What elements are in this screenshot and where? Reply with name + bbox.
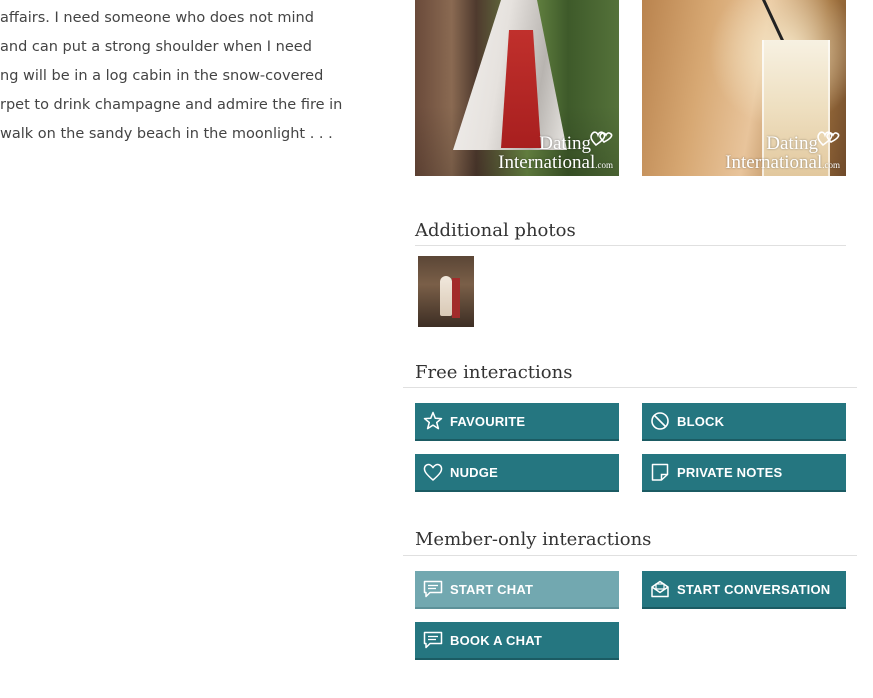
thumb-figure [440,276,452,316]
start-conversation-button[interactable]: START CONVERSATION [642,571,846,607]
profile-photo[interactable]: Dating International.com [642,0,846,176]
envelope-icon [649,578,671,600]
section-title-member-interactions: Member-only interactions [415,529,652,550]
watermark-line2: International.com [498,152,613,173]
watermark-line2: International.com [725,152,840,173]
divider [403,555,857,556]
divider [403,387,857,388]
book-a-chat-button-label: BOOK A CHAT [450,632,542,648]
note-icon [649,461,671,483]
nudge-button[interactable]: NUDGE [415,454,619,490]
private-notes-button[interactable]: PRIVATE NOTES [642,454,846,490]
profile-photo[interactable]: Dating International.com [415,0,619,176]
chat-bubble-icon [422,578,444,600]
section-title-additional-photos: Additional photos [415,220,576,241]
bio-line: rpet to drink champagne and admire the f… [0,97,343,113]
hearts-logo-icon [817,131,840,147]
thumb-red [452,278,460,318]
start-chat-button[interactable]: START CHAT [415,571,619,607]
block-button[interactable]: BLOCK [642,403,846,439]
heart-icon [422,461,444,483]
start-conversation-button-label: START CONVERSATION [677,581,831,597]
watermark-logo: Dating International.com [498,131,613,173]
bio-line: and can put a strong shoulder when I nee… [0,39,312,55]
additional-photo-thumbnail[interactable] [418,256,474,327]
favourite-button-label: FAVOURITE [450,413,526,429]
bio-line: affairs. I need someone who does not min… [0,10,314,26]
watermark-logo: Dating International.com [725,131,840,173]
bio-line: ng will be in a log cabin in the snow-co… [0,68,324,84]
block-icon [649,410,671,432]
section-title-free-interactions: Free interactions [415,362,573,383]
favourite-button[interactable]: FAVOURITE [415,403,619,439]
chat-bubble-icon [422,629,444,651]
bio-line: walk on the sandy beach in the moonlight… [0,126,333,142]
start-chat-button-label: START CHAT [450,581,534,597]
private-notes-button-label: PRIVATE NOTES [677,464,783,480]
block-button-label: BLOCK [677,413,725,429]
book-a-chat-button[interactable]: BOOK A CHAT [415,622,619,658]
nudge-button-label: NUDGE [450,464,498,480]
divider [415,245,846,246]
star-icon [422,410,444,432]
hearts-logo-icon [590,131,613,147]
